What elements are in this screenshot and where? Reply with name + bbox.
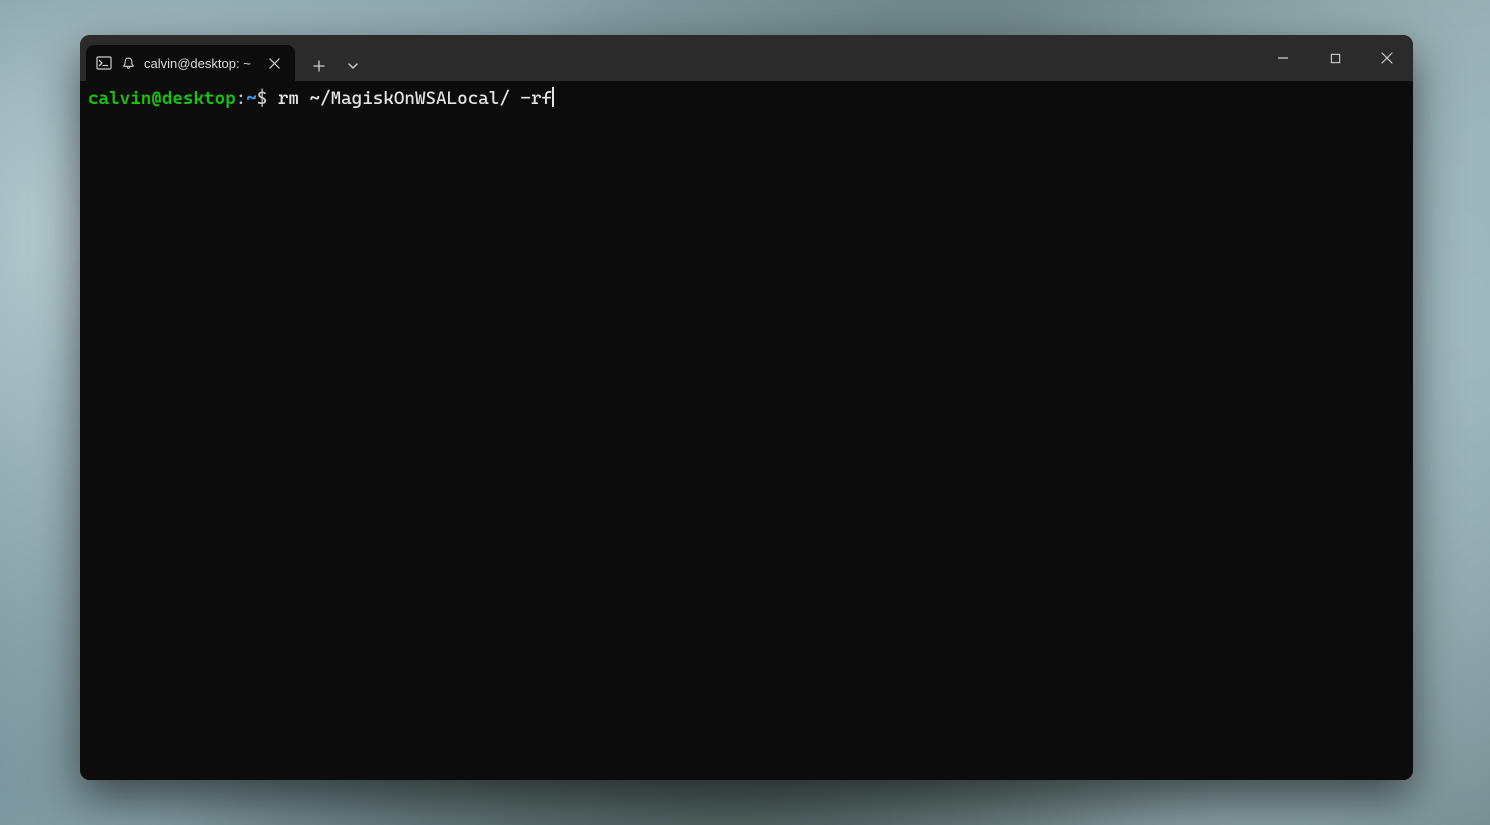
close-icon bbox=[1381, 52, 1393, 64]
bell-icon bbox=[120, 55, 136, 71]
prompt-user-host: calvin@desktop bbox=[88, 88, 236, 109]
tab-label: calvin@desktop: ~ bbox=[144, 56, 251, 71]
text-cursor bbox=[552, 87, 554, 107]
command-content: rm ~/MagiskOnWSALocal/ -rf bbox=[278, 88, 552, 109]
minimize-icon bbox=[1277, 52, 1289, 64]
tabs-area: calvin@desktop: ~ bbox=[80, 35, 1257, 81]
terminal-tab[interactable]: calvin@desktop: ~ bbox=[86, 45, 295, 81]
maximize-icon bbox=[1330, 53, 1341, 64]
new-tab-button[interactable] bbox=[301, 51, 337, 81]
minimize-button[interactable] bbox=[1257, 35, 1309, 81]
window-controls bbox=[1257, 35, 1413, 81]
prompt-sigil: $ bbox=[257, 88, 268, 109]
maximize-button[interactable] bbox=[1309, 35, 1361, 81]
prompt-separator: : bbox=[236, 88, 247, 109]
tab-close-button[interactable] bbox=[265, 53, 285, 73]
terminal-icon bbox=[96, 55, 112, 71]
window-titlebar[interactable]: calvin@desktop: ~ bbox=[80, 35, 1413, 81]
tab-dropdown-button[interactable] bbox=[339, 51, 367, 81]
terminal-output-area[interactable]: calvin@desktop:~$ rm ~/MagiskOnWSALocal/… bbox=[80, 81, 1413, 780]
chevron-down-icon bbox=[347, 60, 359, 72]
command-text: rm ~/MagiskOnWSALocal/ -rf bbox=[267, 88, 552, 109]
close-icon bbox=[269, 58, 280, 69]
tab-actions bbox=[295, 51, 367, 81]
prompt-path: ~ bbox=[246, 88, 257, 109]
terminal-window: calvin@desktop: ~ bbox=[80, 35, 1413, 780]
plus-icon bbox=[313, 60, 325, 72]
close-window-button[interactable] bbox=[1361, 35, 1413, 81]
